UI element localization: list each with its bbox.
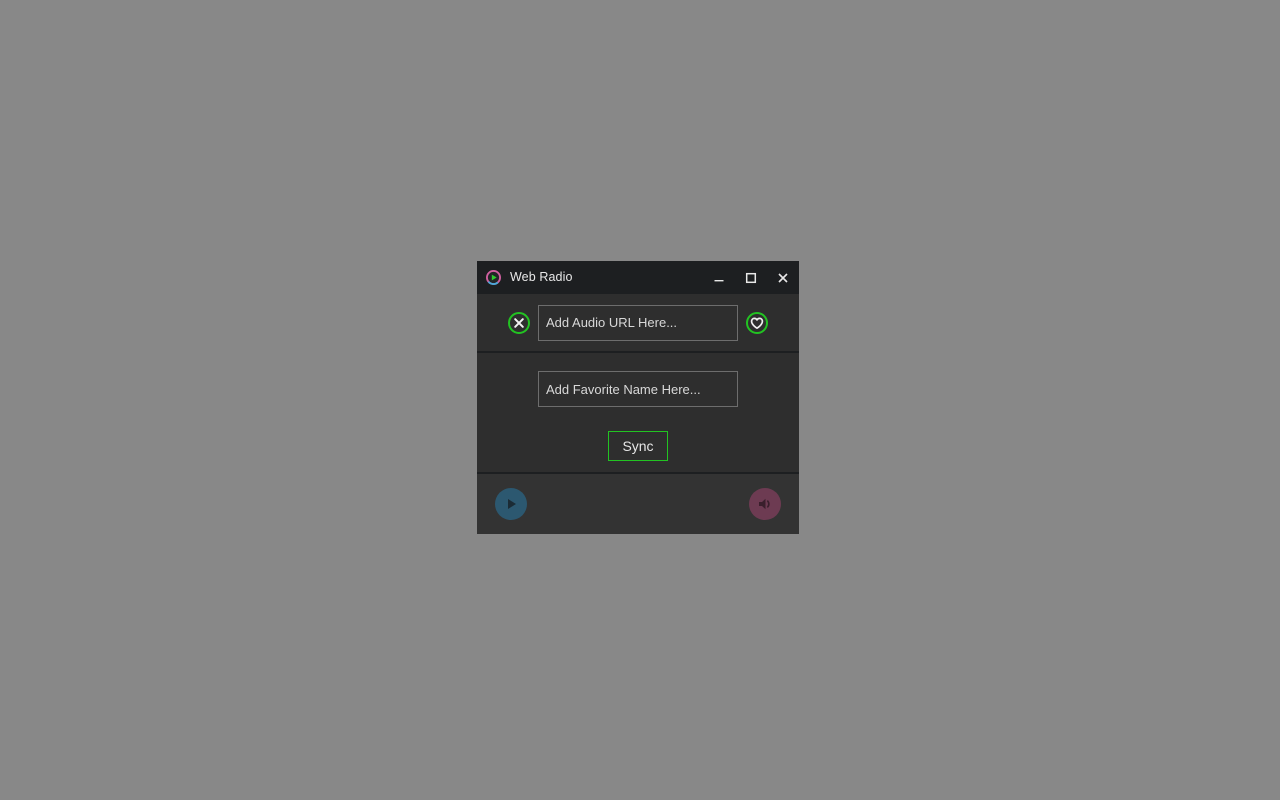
clear-url-button[interactable]: [506, 310, 532, 336]
sync-button[interactable]: Sync: [608, 431, 668, 461]
close-button[interactable]: [767, 261, 799, 294]
app-window: Web Radio Add Audio URL Here... Add Favo…: [477, 261, 799, 534]
heart-circle-icon: [746, 311, 768, 334]
window-title: Web Radio: [510, 270, 573, 285]
play-icon: [508, 499, 516, 509]
add-favorite-button[interactable]: [744, 310, 770, 336]
favorite-name-input[interactable]: [538, 371, 738, 407]
play-button[interactable]: [495, 488, 527, 520]
url-panel: [477, 294, 799, 351]
minimize-icon: [714, 279, 724, 281]
titlebar[interactable]: Web Radio: [477, 261, 799, 294]
favorite-panel: Sync: [477, 353, 799, 472]
volume-icon: [759, 498, 770, 510]
titlebar-left: Web Radio: [486, 270, 703, 285]
minimize-button[interactable]: [703, 261, 735, 294]
transport-bar: [477, 474, 799, 534]
close-circle-icon: [508, 311, 530, 334]
url-input[interactable]: [538, 304, 738, 341]
maximize-icon: [745, 272, 757, 283]
close-icon: [778, 272, 788, 283]
maximize-button[interactable]: [735, 261, 767, 294]
play-circle-icon: [486, 270, 501, 285]
volume-button[interactable]: [749, 488, 781, 520]
window-controls: [703, 261, 799, 294]
